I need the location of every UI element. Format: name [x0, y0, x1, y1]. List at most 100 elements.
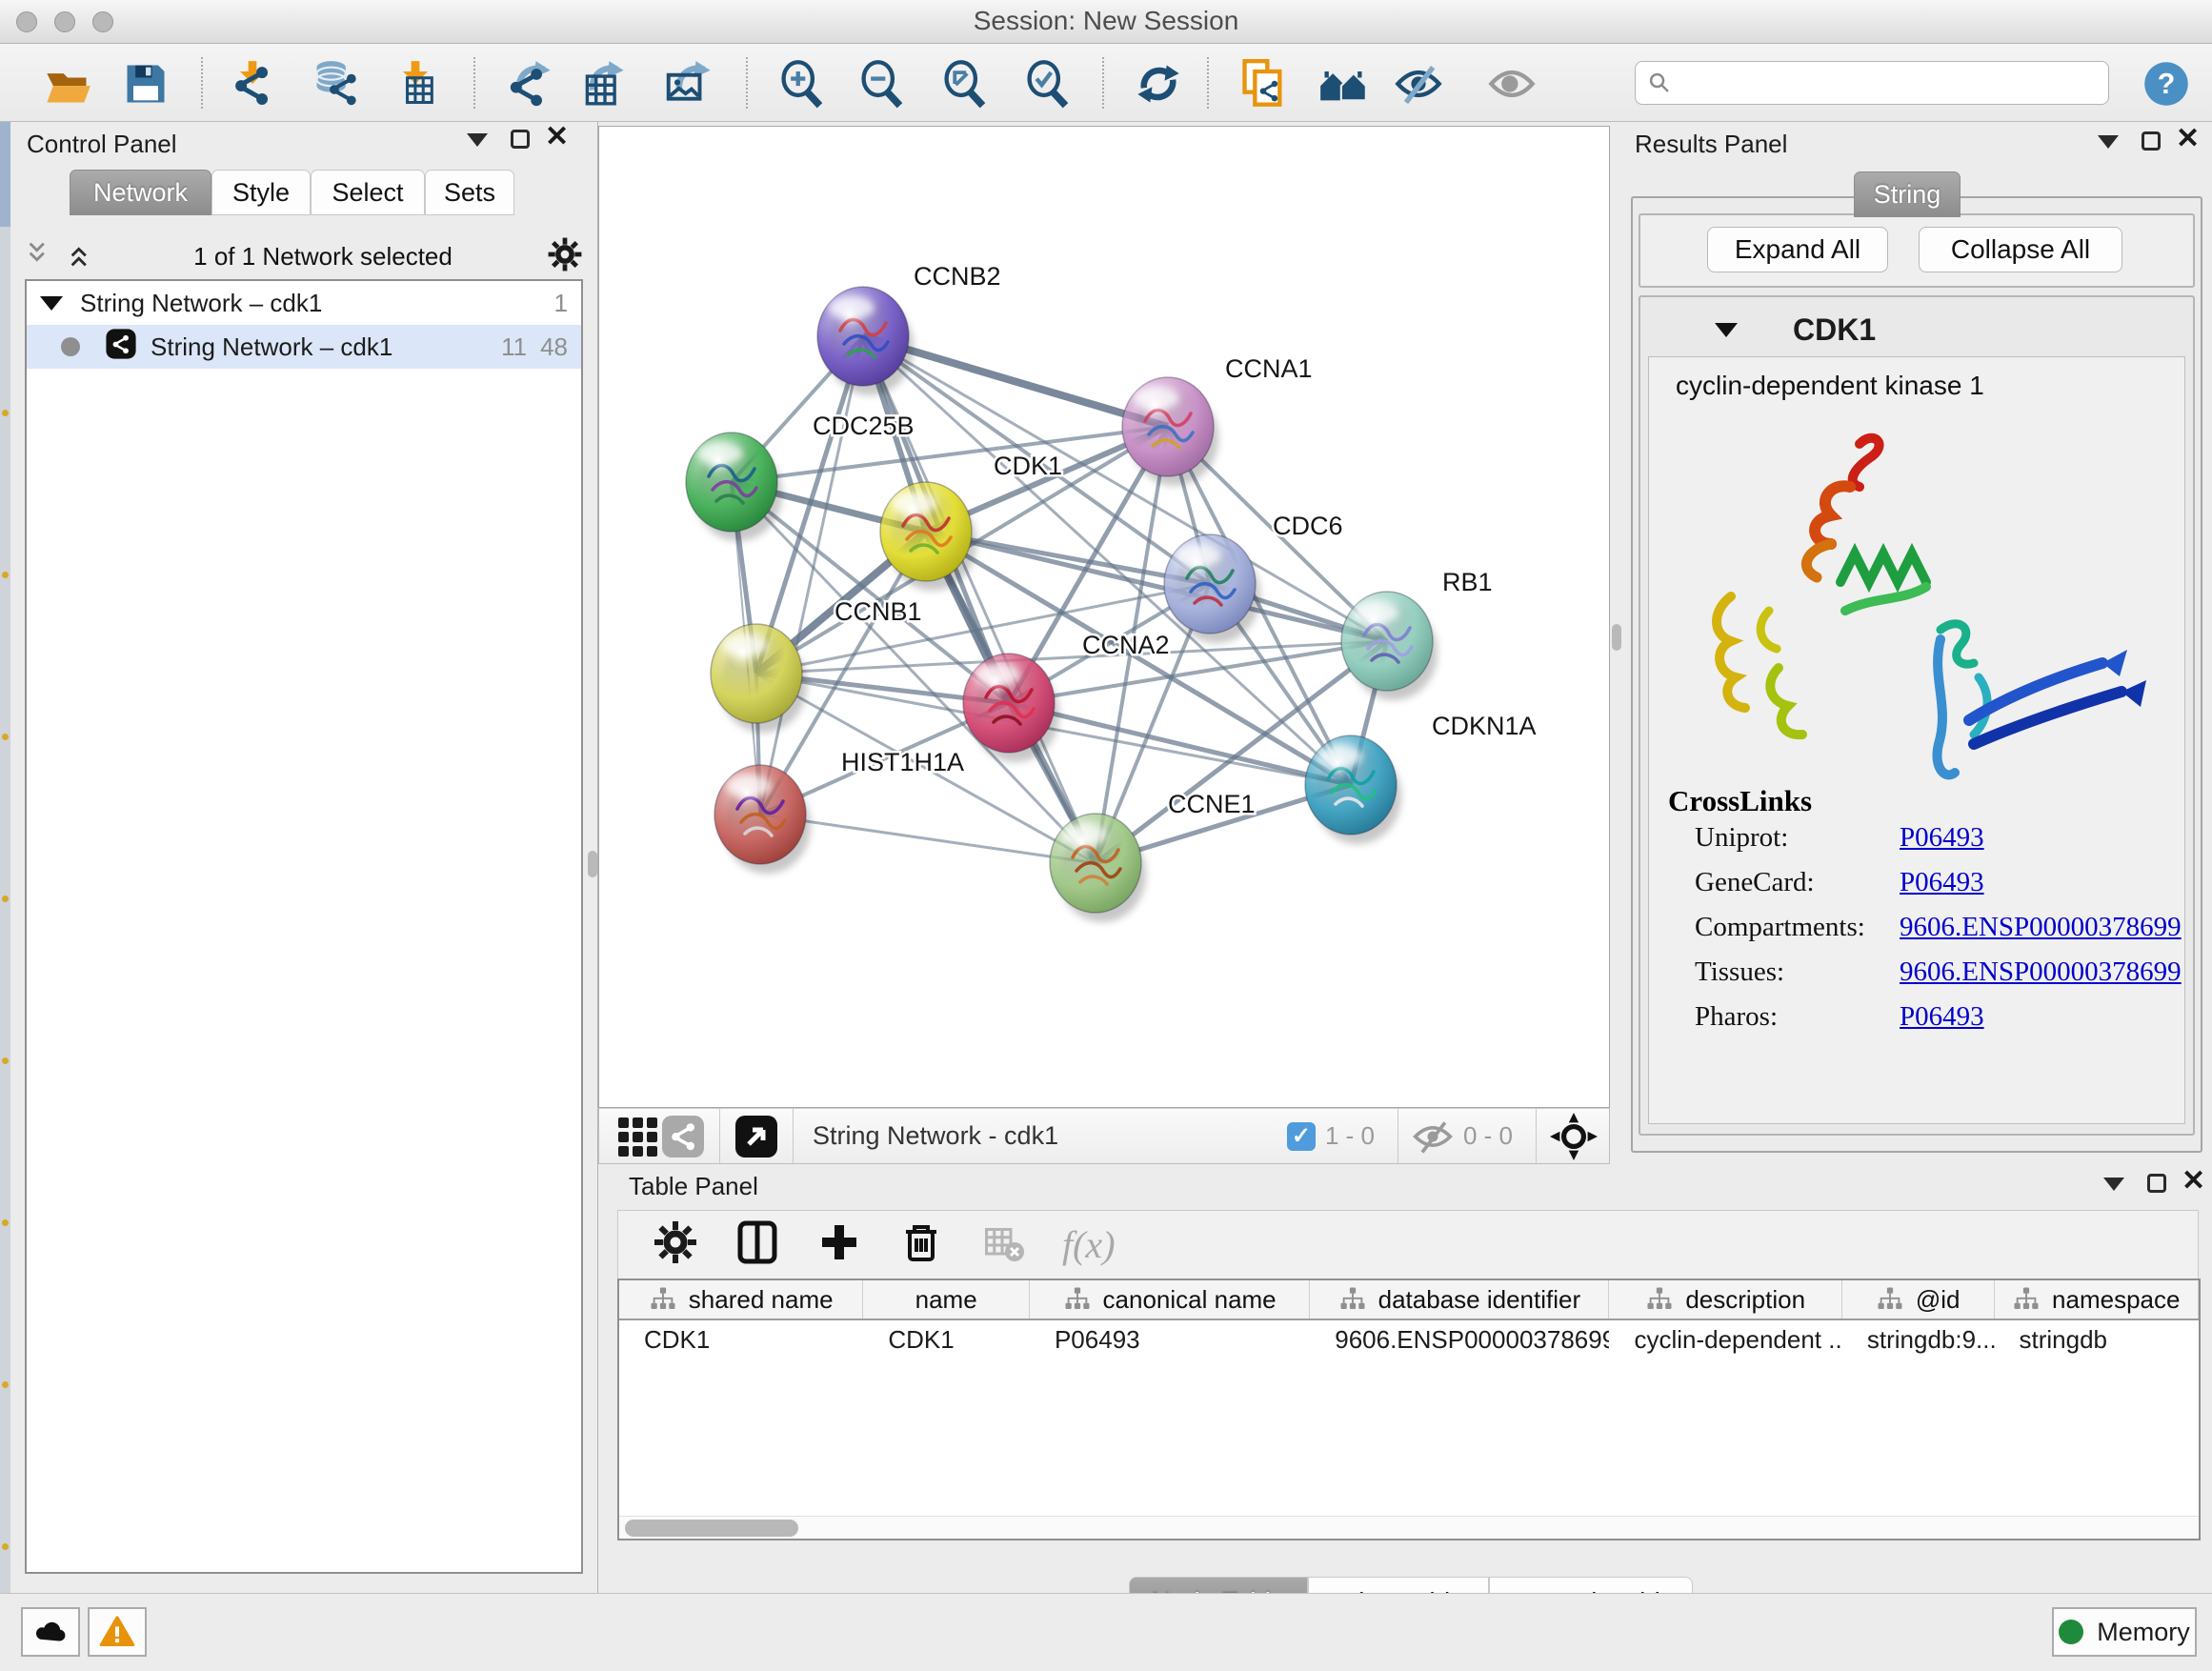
- column-header-shared-name[interactable]: shared name: [619, 1280, 863, 1319]
- collapse-all-button[interactable]: Collapse All: [1919, 227, 2122, 272]
- table-cell[interactable]: P06493: [1030, 1320, 1310, 1360]
- crosslinks-title: CrossLinks: [1668, 784, 1812, 818]
- column-header--id[interactable]: @id: [1842, 1280, 1995, 1319]
- zoom-fit-button[interactable]: [934, 53, 995, 114]
- node-CCNE1[interactable]: CCNE1: [1050, 790, 1256, 922]
- node-HIST1H1A[interactable]: HIST1H1A: [714, 748, 964, 874]
- results-panel-minimize-icon[interactable]: [2098, 135, 2119, 149]
- table-panel-close-icon[interactable]: ✕: [2182, 1172, 2205, 1191]
- table-hscrollbar-thumb[interactable]: [625, 1520, 798, 1537]
- expand-all-networks-icon[interactable]: [67, 238, 99, 275]
- export-image-button[interactable]: [659, 53, 720, 114]
- protein-name: CDK1: [1793, 312, 1876, 348]
- crosslink-link[interactable]: P06493: [1900, 822, 1984, 853]
- grid-view-icon[interactable]: [614, 1114, 660, 1159]
- hide-selected-button[interactable]: [1388, 53, 1449, 114]
- warnings-button[interactable]: [88, 1607, 147, 1657]
- tab-select[interactable]: Select: [311, 170, 425, 215]
- hier-icon: [1876, 1285, 1904, 1314]
- network-options-gear-icon[interactable]: [547, 236, 583, 277]
- table-cell[interactable]: 9606.ENSP00000378699: [1310, 1320, 1609, 1360]
- selected-nodes-checkbox[interactable]: ✓: [1287, 1122, 1316, 1151]
- edge-CCNA2-CDKN1A[interactable]: [1009, 703, 1351, 785]
- eyeslash-gray-icon: [1412, 1112, 1454, 1161]
- export-network-button[interactable]: [499, 53, 560, 114]
- crosslink-link[interactable]: P06493: [1900, 867, 1984, 897]
- protein-collapse-icon[interactable]: [1715, 323, 1738, 337]
- control-panel-float-icon[interactable]: [511, 130, 530, 149]
- export-table-button[interactable]: [573, 53, 633, 114]
- column-header-canonical-name[interactable]: canonical name: [1030, 1280, 1310, 1319]
- column-header-namespace[interactable]: namespace: [1995, 1280, 2199, 1319]
- table-options-gear-icon[interactable]: [653, 1219, 698, 1270]
- title-bar: Session: New Session: [0, 0, 2212, 44]
- results-panel-close-icon[interactable]: ✕: [2176, 130, 2200, 149]
- crosshair-center-icon[interactable]: [1550, 1113, 1598, 1160]
- save-session-button[interactable]: [115, 53, 176, 114]
- show-columns-icon[interactable]: [734, 1219, 780, 1270]
- memory-button[interactable]: Memory: [2052, 1607, 2197, 1657]
- cloud-button[interactable]: [21, 1607, 80, 1657]
- search-input[interactable]: [1679, 64, 2108, 102]
- table-cell[interactable]: stringdb:9...: [1842, 1320, 1995, 1360]
- node-RB1[interactable]: RB1: [1341, 568, 1493, 700]
- delete-column-icon[interactable]: [898, 1219, 944, 1270]
- open-session-button[interactable]: [37, 53, 98, 114]
- add-column-icon[interactable]: [816, 1219, 862, 1270]
- column-header-description[interactable]: description: [1609, 1280, 1841, 1319]
- tab-string[interactable]: String: [1854, 171, 1961, 217]
- node-CCNA2[interactable]: CCNA2: [963, 631, 1170, 762]
- crosslink-row: Pharos:P06493: [1695, 1001, 2190, 1045]
- table-cell[interactable]: cyclin-dependent ...: [1609, 1320, 1841, 1360]
- column-header-name[interactable]: name: [863, 1280, 1030, 1319]
- import-network-database-button[interactable]: [305, 53, 366, 114]
- network-view-icon[interactable]: [660, 1114, 706, 1159]
- collection-expand-icon[interactable]: [40, 296, 63, 311]
- zoom-in-button[interactable]: [771, 53, 832, 114]
- table-toolbar: f(x): [617, 1210, 2199, 1278]
- table-panel-minimize-icon[interactable]: [2103, 1178, 2124, 1191]
- apply-preferred-layout-button[interactable]: [1128, 53, 1189, 114]
- node-CDKN1A[interactable]: CDKN1A: [1305, 712, 1537, 844]
- node-label-CDKN1A: CDKN1A: [1432, 712, 1537, 740]
- node-CCNB2[interactable]: CCNB2: [817, 262, 1001, 395]
- table-cell[interactable]: CDK1: [863, 1320, 1030, 1360]
- network-canvas[interactable]: CCNB2 CCNA1 CDC25B CDK1 CDC6 RB1 CCNB1 C…: [598, 126, 1610, 1108]
- function-builder-icon: f(x): [1062, 1222, 1116, 1267]
- help-button[interactable]: ?: [2136, 53, 2197, 114]
- tab-sets[interactable]: Sets: [425, 170, 514, 215]
- column-header-database-identifier[interactable]: database identifier: [1310, 1280, 1609, 1319]
- network-collection-row[interactable]: String Network – cdk1 1: [27, 281, 581, 325]
- table-hscrollbar: [619, 1516, 2199, 1539]
- crosslink-link[interactable]: P06493: [1900, 1001, 1984, 1032]
- node-label-CCNA1: CCNA1: [1225, 354, 1313, 383]
- network-node-count: 11: [501, 332, 527, 362]
- tab-style[interactable]: Style: [211, 170, 311, 215]
- table-cell[interactable]: stringdb: [1995, 1320, 2199, 1360]
- node-CCNA1[interactable]: CCNA1: [1122, 354, 1313, 486]
- left-splitter-handle[interactable]: [588, 851, 597, 877]
- tab-network[interactable]: Network: [70, 170, 211, 215]
- first-neighbors-button[interactable]: [1313, 53, 1374, 114]
- collapse-all-networks-icon[interactable]: [25, 238, 57, 275]
- control-panel-close-icon[interactable]: ✕: [545, 128, 569, 147]
- results-panel-float-icon[interactable]: [2142, 131, 2161, 151]
- zoom-out-button[interactable]: [851, 53, 912, 114]
- control-panel-minimize-icon[interactable]: [467, 133, 488, 147]
- crosslink-link[interactable]: 9606.ENSP00000378699: [1900, 912, 2182, 942]
- crosslink-link[interactable]: 9606.ENSP00000378699: [1900, 956, 2182, 987]
- birds-eye-view-toggle[interactable]: [734, 1114, 779, 1159]
- import-network-button[interactable]: [222, 53, 283, 114]
- expand-all-button[interactable]: Expand All: [1707, 227, 1888, 272]
- zoom-selected-button[interactable]: [1016, 53, 1077, 114]
- right-splitter-handle[interactable]: [1612, 624, 1621, 651]
- network-tree: String Network – cdk1 1 String Network –…: [25, 279, 583, 1574]
- protein-description: cyclin-dependent kinase 1: [1676, 371, 1984, 401]
- table-panel-float-icon[interactable]: [2147, 1174, 2166, 1193]
- table-cell[interactable]: CDK1: [619, 1320, 863, 1360]
- import-table-button[interactable]: [385, 53, 446, 114]
- network-row-selected[interactable]: String Network – cdk1 11 48: [27, 325, 581, 369]
- new-network-from-selection-button[interactable]: [1233, 53, 1294, 114]
- hier-icon: [1338, 1285, 1367, 1314]
- protein-header[interactable]: CDK1: [1648, 305, 2185, 354]
